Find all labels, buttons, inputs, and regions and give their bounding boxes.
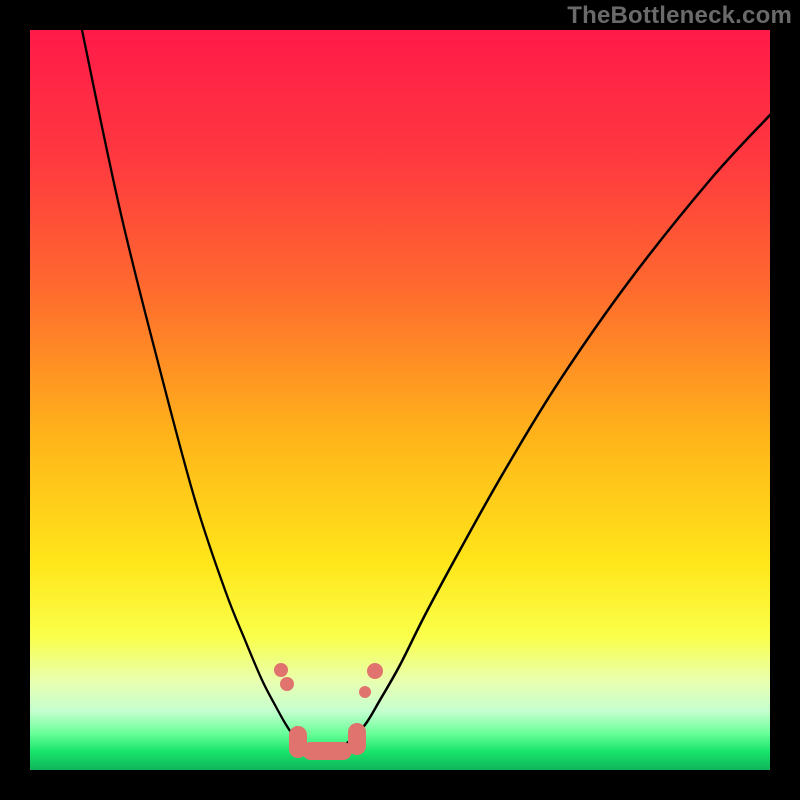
watermark-text: TheBottleneck.com (567, 2, 792, 30)
data-marker (280, 677, 294, 691)
chart-frame: TheBottleneck.com (0, 0, 800, 800)
curve-layer (30, 30, 770, 770)
marker-group (274, 663, 383, 760)
data-marker (367, 663, 383, 679)
plot-area (30, 30, 770, 770)
data-marker (302, 742, 352, 760)
data-marker (359, 686, 371, 698)
right-curve (323, 115, 770, 750)
data-marker (348, 723, 366, 755)
data-marker (274, 663, 288, 677)
left-curve (82, 30, 323, 750)
